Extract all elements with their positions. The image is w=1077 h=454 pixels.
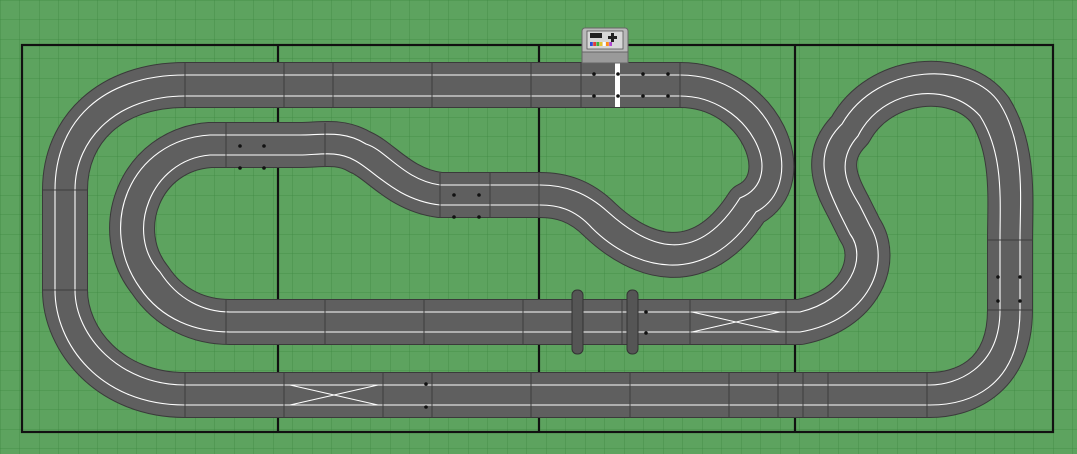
- power-base-indicator-light: [596, 42, 600, 46]
- power-base-indicator-light: [593, 42, 596, 46]
- power-base-indicator-light: [590, 42, 593, 46]
- power-base-indicator-light: [606, 42, 609, 46]
- power-base-controller-icon: [581, 27, 629, 64]
- start-finish-line-icon: [615, 63, 620, 107]
- power-base-indicator-light: [599, 42, 603, 46]
- power-base-indicator-light: [602, 42, 606, 46]
- power-base-indicator-light: [609, 42, 612, 46]
- track-layout-board: [0, 0, 1077, 454]
